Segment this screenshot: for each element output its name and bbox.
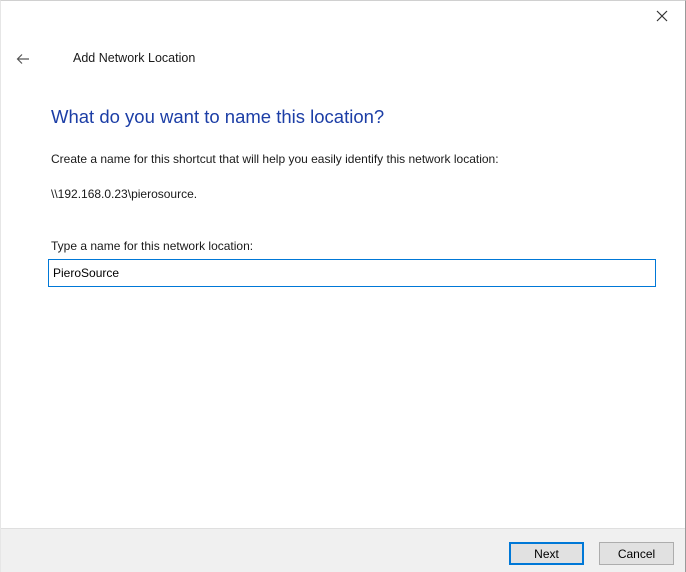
instruction-text: Create a name for this shortcut that wil… bbox=[51, 152, 499, 166]
location-name-input[interactable] bbox=[48, 259, 656, 287]
cancel-button[interactable]: Cancel bbox=[599, 542, 674, 565]
add-network-location-window: Add Network Location What do you want to… bbox=[0, 0, 686, 572]
close-icon bbox=[656, 10, 668, 22]
back-button[interactable] bbox=[11, 47, 35, 71]
next-button[interactable]: Next bbox=[509, 542, 584, 565]
network-path-text: \\192.168.0.23\pierosource. bbox=[51, 187, 198, 201]
wizard-title: Add Network Location bbox=[73, 51, 196, 65]
close-button[interactable] bbox=[639, 1, 685, 31]
wizard-footer: Next Cancel bbox=[1, 528, 685, 572]
back-arrow-icon bbox=[16, 54, 29, 64]
name-field-label: Type a name for this network location: bbox=[51, 239, 254, 253]
page-heading: What do you want to name this location? bbox=[51, 106, 385, 127]
